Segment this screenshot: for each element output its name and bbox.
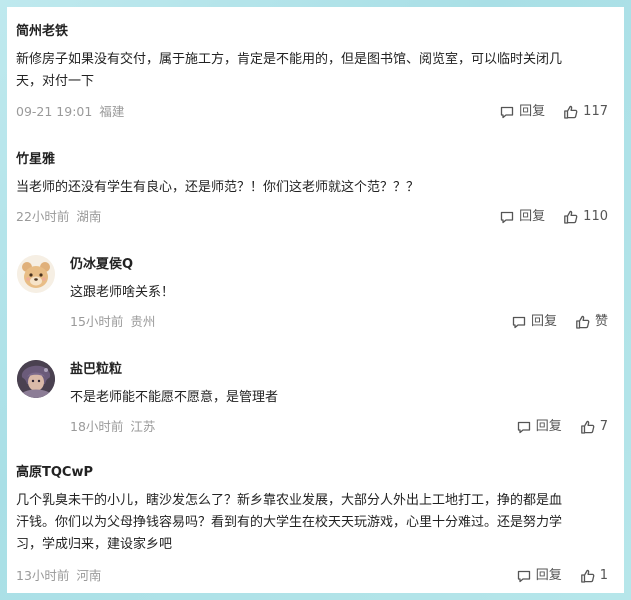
reply-button[interactable]: 回复 <box>516 568 562 584</box>
comment-time: 13小时前 <box>16 568 70 583</box>
reply-button[interactable]: 回复 <box>499 209 545 225</box>
comment-location: 贵州 <box>130 314 156 329</box>
thumbs-up-icon <box>580 569 595 583</box>
reply-label: 回复 <box>530 314 557 329</box>
avatar[interactable] <box>17 360 55 398</box>
reply-label: 回复 <box>535 419 562 434</box>
username[interactable]: 盐巴粒粒 <box>70 362 122 378</box>
comment-actions: 回复 110 <box>499 209 608 225</box>
comment-text-line: 天，对付一下 <box>16 74 95 89</box>
username[interactable]: 竹星雅 <box>16 152 55 168</box>
like-button[interactable]: 7 <box>580 419 608 435</box>
like-count: 117 <box>583 104 608 119</box>
comment-actions: 回复 1 <box>516 568 608 584</box>
like-button[interactable]: 110 <box>563 209 608 225</box>
comment-text-line: 当老师的还没有学生有良心，还是师范？！你们这老师就这个范？？？ <box>16 180 420 195</box>
comment-text-line: 不是老师能不能愿不愿意，是管理者 <box>70 390 279 405</box>
comment-text-line: 汗钱。你们以为父母挣钱容易吗？看到有的大学生在校天天玩游戏，心里十分难过。还是努… <box>16 515 563 530</box>
comment-location: 江苏 <box>130 419 156 434</box>
comment-time: 09-21 19:01 <box>16 104 93 119</box>
like-button[interactable]: 117 <box>563 104 608 120</box>
thumbs-up-icon <box>576 315 590 329</box>
reply-button[interactable]: 回复 <box>511 314 557 330</box>
comment-time: 18小时前 <box>70 419 124 434</box>
comment-text: 这跟老师啥关系！ <box>70 282 610 304</box>
comment-location: 河南 <box>76 568 102 583</box>
comment-actions: 回复 赞 <box>511 314 608 330</box>
like-count: 1 <box>599 568 608 583</box>
comment-text-line: 习，学成归来，建设家乡吧 <box>16 537 173 552</box>
username[interactable]: 仍冰夏侯Q <box>70 257 133 273</box>
comment-text: 不是老师能不能愿不愿意，是管理者 <box>70 387 610 409</box>
comment-meta: 15小时前 贵州 <box>70 314 155 330</box>
comment-meta: 09-21 19:01 福建 <box>16 104 124 120</box>
like-count: 7 <box>599 419 608 434</box>
comment-text: 当老师的还没有学生有良心，还是师范？！你们这老师就这个范？？？ <box>16 177 616 199</box>
like-button[interactable]: 1 <box>580 568 608 584</box>
comment-text: 新修房子如果没有交付，属于施工方，肯定是不能用的，但是图书馆、阅览室，可以临时关… <box>16 49 616 93</box>
comment-text: 几个乳臭未干的小儿，瞎沙发怎么了？新乡靠农业发展，大部分人外出上工地打工，挣的都… <box>16 490 616 556</box>
comment-meta: 22小时前 湖南 <box>16 209 101 225</box>
reply-icon <box>501 211 514 224</box>
reply-icon <box>512 316 526 329</box>
comment-time: 15小时前 <box>70 314 124 329</box>
reply-label: 回复 <box>519 104 546 119</box>
like-button[interactable]: 赞 <box>575 314 608 330</box>
thumbs-up-icon <box>580 420 595 434</box>
like-label: 赞 <box>594 314 608 329</box>
comment-actions: 回复 117 <box>499 104 608 120</box>
reply-icon <box>517 421 530 434</box>
comment-text-line: 新修房子如果没有交付，属于施工方，肯定是不能用的，但是图书馆、阅览室，可以临时关… <box>16 52 563 67</box>
reply-label: 回复 <box>535 568 562 583</box>
comment-meta: 18小时前 江苏 <box>70 419 155 435</box>
comment-location: 湖南 <box>76 209 102 224</box>
reply-button[interactable]: 回复 <box>516 419 562 435</box>
reply-icon <box>501 106 514 119</box>
comment-time: 22小时前 <box>16 209 70 224</box>
like-count: 110 <box>583 209 608 224</box>
thumbs-up-icon <box>564 210 578 224</box>
comment-meta: 13小时前 河南 <box>16 568 101 584</box>
reply-icon <box>517 570 530 583</box>
reply-label: 回复 <box>519 209 546 224</box>
avatar[interactable] <box>17 255 55 293</box>
character-avatar-icon <box>17 360 55 398</box>
reply-button[interactable]: 回复 <box>499 104 545 120</box>
username[interactable]: 高原TQCwP <box>16 465 93 481</box>
comment-location: 福建 <box>99 104 125 119</box>
bear-avatar-icon <box>17 255 55 293</box>
comment-panel: 简州老铁 新修房子如果没有交付，属于施工方，肯定是不能用的，但是图书馆、阅览室，… <box>7 7 624 593</box>
username[interactable]: 简州老铁 <box>16 24 68 40</box>
comment-text-line: 几个乳臭未干的小儿，瞎沙发怎么了？新乡靠农业发展，大部分人外出上工地打工，挣的都… <box>16 493 563 508</box>
thumbs-up-icon <box>564 105 578 119</box>
comment-actions: 回复 7 <box>516 419 608 435</box>
comment-text-line: 这跟老师啥关系！ <box>70 285 175 300</box>
